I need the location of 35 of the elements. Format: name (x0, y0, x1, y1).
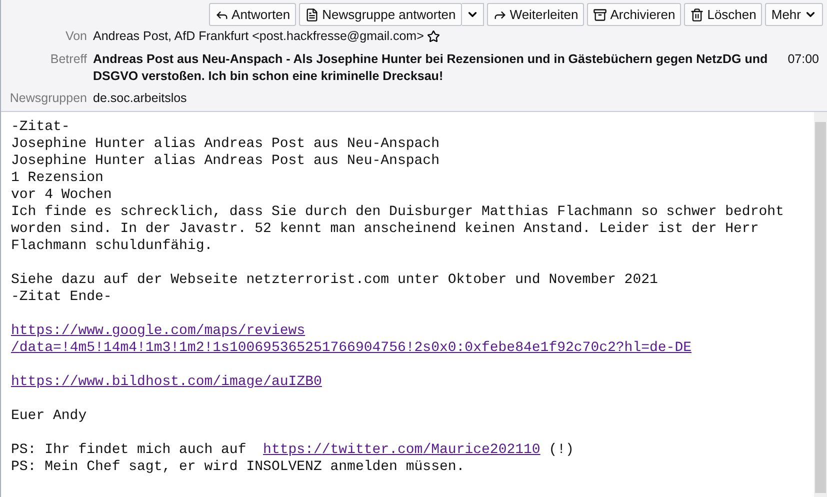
link[interactable]: https://www.bildhost.com/image/auIZB0 (11, 374, 322, 391)
reply-button[interactable]: Antworten (208, 3, 296, 26)
forward-button[interactable]: Weiterleiten (486, 3, 584, 26)
body-text: PS: Ihr findet mich auch auf (11, 442, 248, 458)
body-text: Josephine Hunter alias Andreas Post aus Neu-Anspach (11, 153, 440, 169)
body-text: PS: Mein Chef sagt, er wird INSOLVENZ anmelden müssen. (11, 459, 465, 475)
body-text: Josephine Hunter alias Andreas Post aus Neu-Anspach (11, 136, 440, 152)
group-reply-button[interactable]: Newsgruppe antworten (299, 3, 462, 26)
time: 07:00 (788, 51, 820, 68)
subject: Andreas Post aus Neu-Anspach - Als Josephine Hunter bei Rezensionen und in Gästebüchern gegen NetzDG und DSGVO verstoßen. Ich bin schon eine kriminelle Drecksau! (93, 51, 769, 85)
body-text: 1 Rezension (11, 170, 104, 186)
body-text: Ich finde es schrecklich, dass Sie durch den Duisburger Matthias Flachmann so schwer bedroht worden sind. In der Javastr. 52 kennt man anscheinend keinen Anstand. Leider ist der Herr Flachmann schuldunfähig. (11, 204, 785, 254)
archive-button[interactable]: Archivieren (587, 3, 682, 26)
field-label: Newsgruppen (8, 90, 87, 107)
star-icon[interactable] (426, 30, 440, 43)
body-text: -Zitat Ende- (11, 289, 112, 305)
body-text: Siehe dazu auf der Webseite netzterrorist.com unter Oktober und November 2021 (11, 272, 658, 288)
scrollbar-thumb[interactable] (815, 122, 826, 493)
field-label: Betreff (49, 51, 87, 68)
body-text: Euer Andy (11, 408, 87, 424)
trash-icon (690, 8, 704, 22)
body-text: -Zitat- (11, 119, 70, 135)
newsgroup[interactable]: de.soc.arbeitslos (93, 90, 817, 107)
body-text: (!) (548, 442, 574, 458)
field-label: Von (64, 28, 87, 45)
link[interactable]: https://www.google.com/maps/reviews/data=!4m5!14m4!1m3!1m2!1s100695365251766904756!2s0x0:0xfebe84e1f92c70c2?hl=de-DE (11, 323, 806, 357)
sender[interactable]: Andreas Post, AfD Frankfurt <post.hackfresse@gmail.com> (93, 28, 424, 45)
scrollbar[interactable] (814, 112, 827, 497)
document-icon (305, 8, 320, 22)
more-button[interactable]: Mehr (765, 3, 823, 26)
dropdown-button[interactable] (462, 3, 484, 26)
archive-icon (593, 8, 608, 22)
delete-button[interactable]: Löschen (684, 3, 762, 26)
body-text: vor 4 Wochen (11, 187, 112, 203)
link[interactable]: https://twitter.com/Maurice202110 (263, 442, 540, 458)
